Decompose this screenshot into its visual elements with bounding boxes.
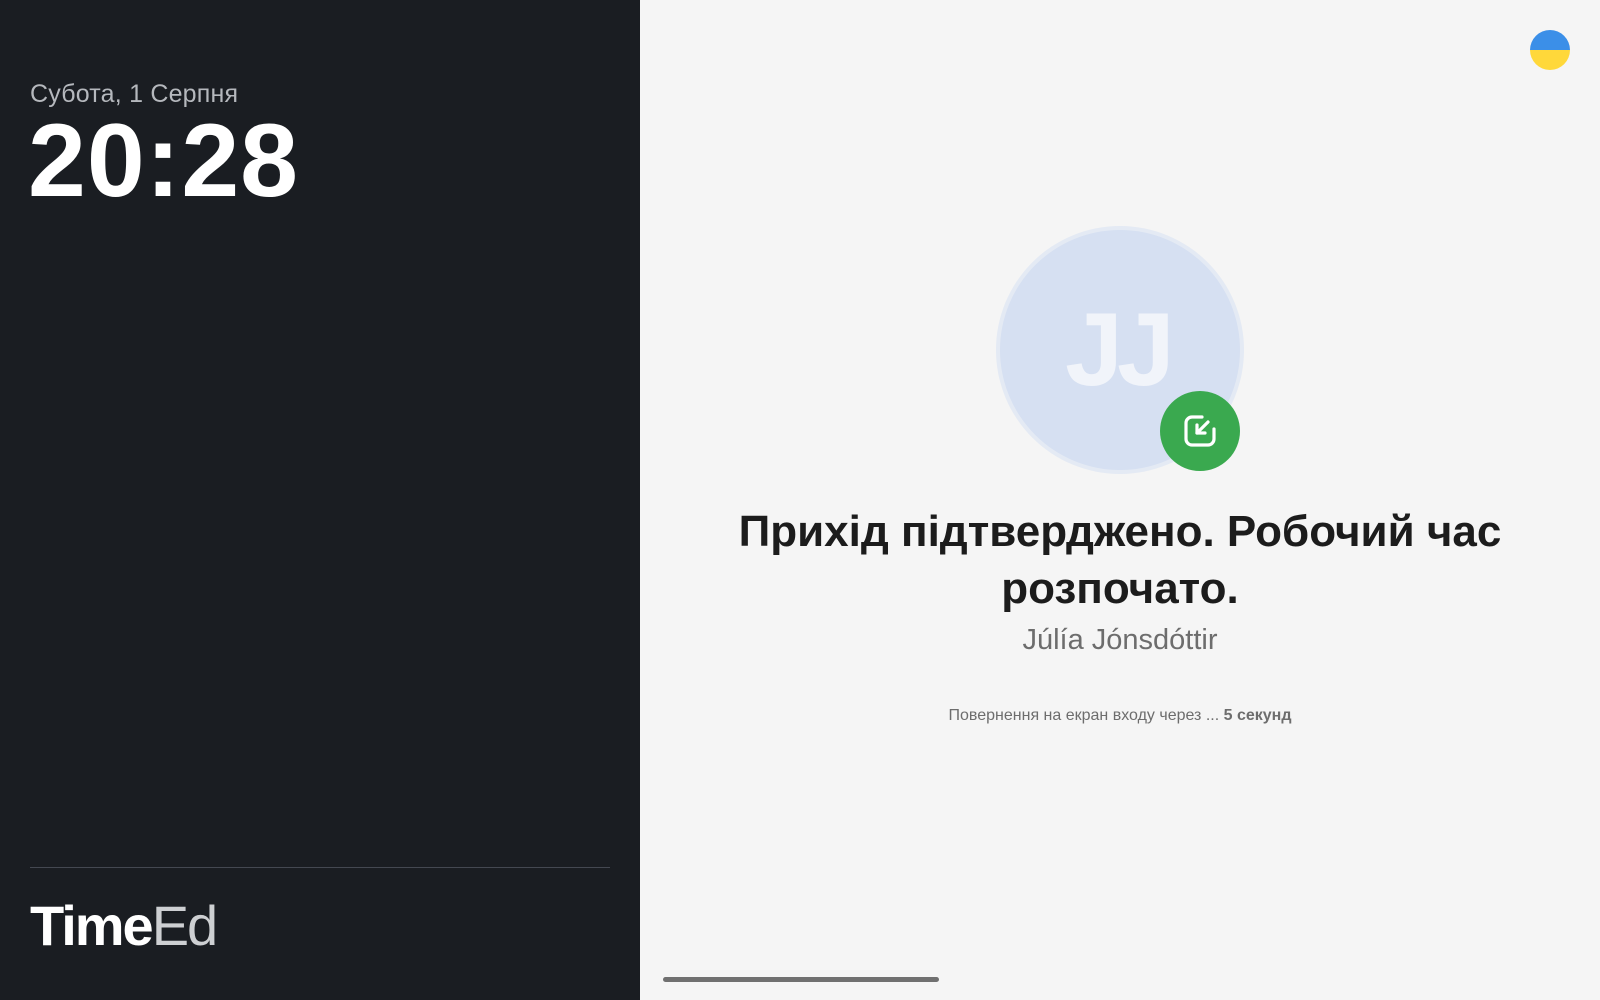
ukraine-flag-icon-lower [1530, 50, 1570, 70]
confirmation-message: Прихід підтверджено. Робочий час розпоча… [738, 507, 1502, 613]
confirmation-panel: JJ Прихід підтверджено. Робочий час розп… [640, 0, 1600, 1000]
user-name: Júlía Jónsdóttir [1022, 624, 1218, 656]
logo-light-part: Ed [151, 894, 218, 957]
check-in-status-badge [1160, 391, 1240, 471]
check-in-confirmation-screen: Субота, 1 Серпня 20:28 TimeEd JJ Прихід … [0, 0, 1600, 1000]
avatar-initials: JJ [1065, 291, 1175, 408]
language-switch-button[interactable] [1530, 30, 1570, 70]
timeed-logo: TimeEd [30, 898, 218, 954]
divider [30, 867, 610, 868]
check-in-arrow-icon [1184, 415, 1216, 447]
clock-panel: Субота, 1 Серпня 20:28 TimeEd [0, 0, 640, 1000]
ukraine-flag-icon [1530, 30, 1570, 50]
return-text: Повернення на екран входу через ... [948, 707, 1220, 724]
return-countdown-note: Повернення на екран входу через ... 5 се… [680, 707, 1560, 725]
home-indicator[interactable] [663, 977, 939, 982]
countdown-value: 5 секунд [1223, 707, 1292, 724]
logo-bold-part: Time [30, 894, 154, 957]
current-time: 20:28 [28, 103, 299, 219]
